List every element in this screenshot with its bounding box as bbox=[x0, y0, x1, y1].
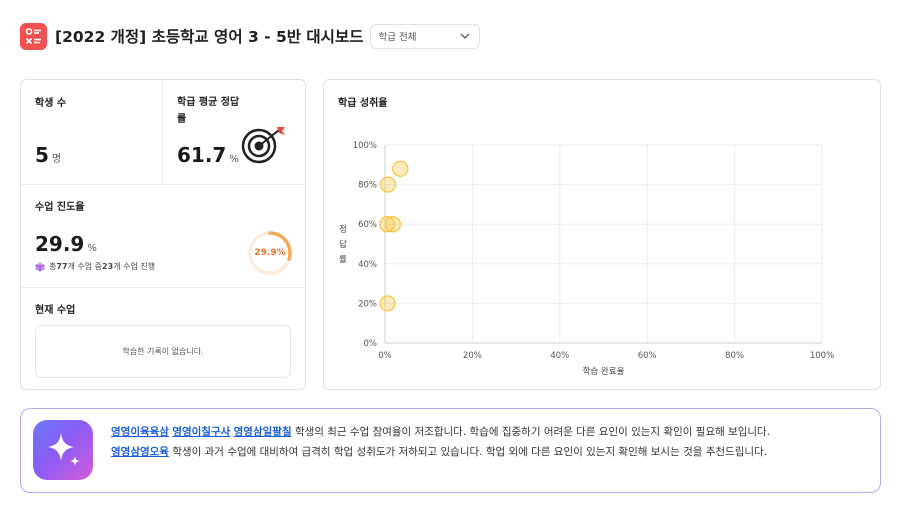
avg-accuracy: 61.7% bbox=[177, 143, 239, 167]
y-axis-label: 정 bbox=[339, 224, 347, 235]
class-filter-select[interactable]: 학급 전체 bbox=[370, 23, 481, 49]
ai-insight-box: 영영이육육삼 영영이칠구사 영영삼일팔칠 학생의 최근 수업 참여율이 저조합니… bbox=[20, 408, 881, 493]
ai-insight-text-1: 학생의 최근 수업 참여율이 저조합니다. 학습에 집중하기 어려운 다른 요인… bbox=[294, 426, 771, 438]
progress-label: 수업 진도율 bbox=[35, 202, 85, 213]
x-tick-label: 20% bbox=[463, 351, 482, 361]
x-tick-label: 80% bbox=[725, 351, 744, 361]
progress-gauge: 29.9% bbox=[247, 230, 293, 276]
x-tick-label: 100% bbox=[810, 351, 834, 361]
progress-total: 77 bbox=[56, 262, 68, 271]
progress-desc-mid: 개 수업 중 bbox=[67, 262, 103, 271]
y-tick-label: 60% bbox=[358, 220, 377, 230]
progress-description: 총 77 개 수업 중 23 개 수업 진행 bbox=[35, 261, 155, 272]
student-link[interactable]: 영영이칠구사 bbox=[172, 426, 230, 438]
student-link[interactable]: 영영삼영오육 bbox=[111, 446, 169, 458]
ai-insight-line-2: 영영삼영오육 학생이 과거 수업에 대비하여 급격히 학업 성취도가 저하되고 … bbox=[111, 444, 767, 459]
avg-accuracy-label: 학급 평균 정답 률 bbox=[177, 94, 239, 128]
y-axis-label: 답 bbox=[339, 239, 347, 250]
scatter-point bbox=[379, 176, 397, 193]
progress-desc-pre: 총 bbox=[49, 262, 57, 271]
scatter-point bbox=[379, 295, 396, 312]
achievement-chart-card: 학급 성취율 0% 20% 40% 60% 80% 100% 0% 20% 40% 60% 80% 1… bbox=[323, 79, 881, 390]
progress-desc-post: 개 수업 진행 bbox=[113, 262, 156, 271]
x-tick-label: 60% bbox=[638, 351, 657, 361]
x-tick-label: 0% bbox=[378, 351, 392, 361]
class-filter-value: 학급 전체 bbox=[378, 32, 417, 43]
student-count-label: 학생 수 bbox=[35, 98, 67, 109]
chevron-down-icon bbox=[461, 33, 470, 39]
y-tick-label: 0% bbox=[364, 339, 378, 349]
student-count: 5명 bbox=[35, 143, 61, 167]
scatter-point bbox=[392, 160, 409, 177]
y-tick-label: 20% bbox=[358, 299, 377, 309]
avg-accuracy-label-line2: 률 bbox=[177, 114, 187, 125]
avg-accuracy-unit: % bbox=[229, 154, 239, 165]
avg-accuracy-label-line1: 학급 평균 정답 bbox=[177, 97, 240, 108]
x-tick-label: 40% bbox=[550, 351, 569, 361]
progress-done: 23 bbox=[102, 262, 114, 271]
student-link[interactable]: 영영이육육삼 bbox=[111, 426, 169, 438]
page-header: [2022 개정] 초등학교 영어 3 - 5반 대시보드 학급 전체 bbox=[20, 22, 481, 50]
scatter-point bbox=[384, 216, 402, 233]
y-tick-label: 80% bbox=[358, 181, 377, 191]
y-axis-label: 률 bbox=[339, 255, 347, 265]
app-logo-icon bbox=[20, 22, 47, 50]
progress: 29.9% bbox=[35, 232, 97, 256]
cube-icon bbox=[35, 262, 45, 271]
target-icon bbox=[241, 127, 285, 164]
progress-value: 29.9 bbox=[35, 232, 85, 256]
y-tick-label: 40% bbox=[358, 260, 377, 270]
ai-insight-text-2: 학생이 과거 수업에 대비하여 급격히 학업 성취도가 저하되고 있습니다. 학… bbox=[172, 446, 768, 458]
current-class-label: 현재 수업 bbox=[35, 305, 76, 316]
sparkle-icon bbox=[33, 420, 93, 480]
avg-accuracy-value: 61.7 bbox=[177, 143, 227, 167]
student-count-value: 5 bbox=[35, 143, 49, 167]
current-class-empty-box: 학습한 기록이 없습니다. bbox=[35, 325, 291, 378]
divider bbox=[21, 184, 305, 185]
divider bbox=[21, 287, 305, 288]
page-title: [2022 개정] 초등학교 영어 3 - 5반 대시보드 bbox=[55, 28, 364, 46]
scatter-chart: 0% 20% 40% 60% 80% 100% 0% 20% 40% 60% 80% 100% 학습 완… bbox=[339, 141, 834, 377]
ai-insight-line-1: 영영이육육삼 영영이칠구사 영영삼일팔칠 학생의 최근 수업 참여율이 저조합니… bbox=[111, 424, 770, 439]
y-tick-label: 100% bbox=[353, 141, 377, 151]
progress-gauge-text: 29.9% bbox=[254, 248, 286, 258]
x-axis-label: 학습 완료율 bbox=[583, 366, 625, 377]
current-class-empty-text: 학습한 기록이 없습니다. bbox=[122, 347, 204, 356]
student-count-unit: 명 bbox=[51, 154, 62, 165]
class-summary-card: 학생 수 5명 학급 평균 정답 률 61.7% 수업 진도율 29.9% 총 … bbox=[20, 79, 306, 390]
student-link[interactable]: 영영삼일팔칠 bbox=[234, 426, 292, 438]
divider bbox=[162, 80, 163, 184]
progress-unit: % bbox=[87, 243, 97, 254]
